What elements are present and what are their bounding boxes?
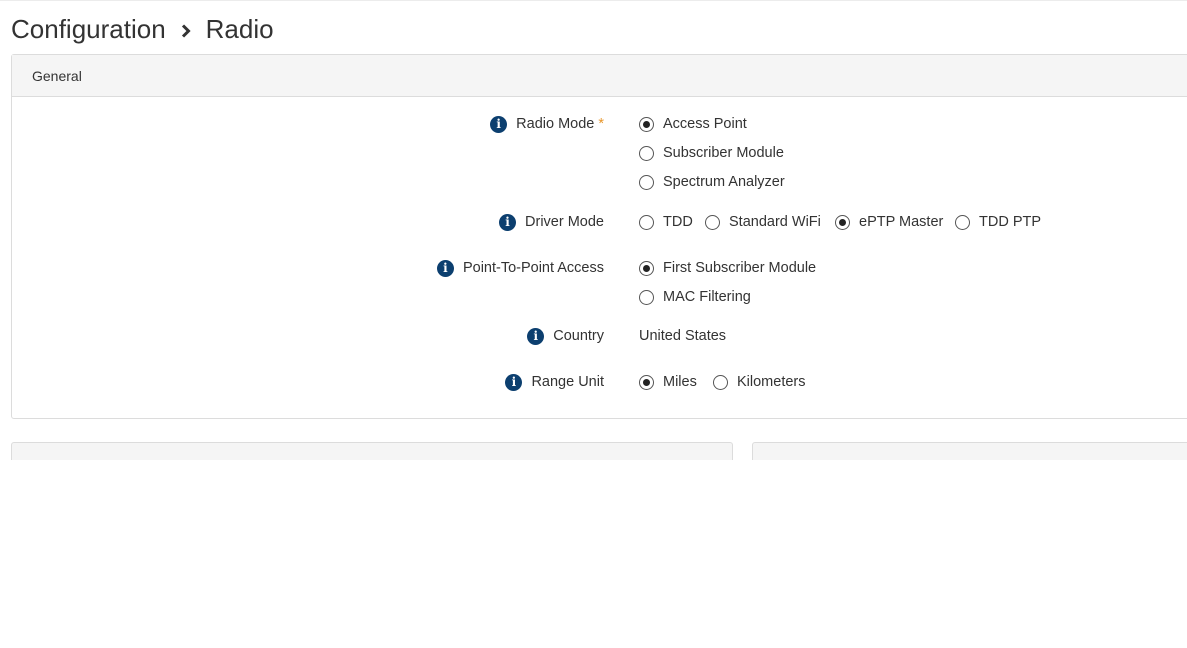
option-label: ePTP Master bbox=[859, 214, 944, 230]
range-unit-kilometers[interactable]: Kilometers bbox=[713, 372, 806, 392]
breadcrumb-parent[interactable]: Configuration bbox=[11, 14, 166, 45]
driver-mode-label-text: Driver Mode bbox=[525, 214, 604, 230]
driver-mode-standard-wifi[interactable]: Standard WiFi bbox=[705, 212, 821, 232]
radio-mode-spectrum-analyzer[interactable]: Spectrum Analyzer bbox=[639, 172, 785, 192]
option-label: Miles bbox=[663, 374, 697, 390]
radio-button-selected[interactable] bbox=[639, 116, 654, 132]
chevron-right-icon bbox=[166, 14, 206, 45]
radio-button-selected[interactable] bbox=[639, 260, 654, 276]
driver-mode-eptp-master[interactable]: ePTP Master bbox=[835, 212, 943, 232]
top-divider bbox=[0, 0, 1187, 1]
general-panel-title: General bbox=[32, 67, 82, 84]
option-label: MAC Filtering bbox=[663, 289, 751, 305]
country-label: i Country bbox=[527, 326, 604, 346]
radio-button[interactable] bbox=[639, 289, 654, 305]
radio-button-selected[interactable] bbox=[835, 214, 850, 230]
option-label: Spectrum Analyzer bbox=[663, 174, 785, 190]
radio-button[interactable] bbox=[639, 214, 654, 230]
radio-button-selected[interactable] bbox=[639, 374, 654, 390]
radio-button[interactable] bbox=[955, 214, 970, 230]
general-panel-header[interactable]: General bbox=[12, 55, 1187, 97]
ptp-access-label: i Point-To-Point Access bbox=[436, 258, 604, 278]
right-card-header bbox=[752, 442, 1187, 460]
ptp-first-subscriber-module[interactable]: First Subscriber Module bbox=[639, 258, 816, 278]
radio-mode-label: i Radio Mode * bbox=[490, 114, 604, 134]
driver-mode-label: i Driver Mode bbox=[499, 212, 604, 232]
required-mark: * bbox=[598, 116, 604, 132]
ptp-access-label-text: Point-To-Point Access bbox=[462, 260, 604, 276]
range-unit-miles[interactable]: Miles bbox=[639, 372, 697, 392]
option-label: Access Point bbox=[663, 116, 747, 132]
radio-mode-access-point[interactable]: Access Point bbox=[639, 114, 747, 134]
info-icon[interactable]: i bbox=[505, 373, 523, 391]
range-unit-label-text: Range Unit bbox=[531, 374, 604, 390]
info-icon[interactable]: i bbox=[527, 327, 545, 345]
option-label: Subscriber Module bbox=[663, 145, 784, 161]
radio-button[interactable] bbox=[713, 374, 728, 390]
info-icon[interactable]: i bbox=[499, 213, 517, 231]
option-label: Standard WiFi bbox=[729, 214, 821, 230]
country-value: United States bbox=[639, 328, 727, 344]
option-label: TDD bbox=[663, 214, 693, 230]
range-unit-label: i Range Unit bbox=[505, 372, 604, 392]
general-panel: General i Radio Mode * Access Point Subs… bbox=[11, 54, 1187, 419]
info-icon[interactable]: i bbox=[490, 115, 508, 133]
country-label-text: Country bbox=[553, 328, 604, 344]
left-card-header bbox=[11, 442, 733, 460]
info-icon[interactable]: i bbox=[436, 259, 454, 277]
radio-mode-label-text: Radio Mode bbox=[516, 116, 595, 132]
radio-mode-subscriber-module[interactable]: Subscriber Module bbox=[639, 143, 784, 163]
driver-mode-tdd[interactable]: TDD bbox=[639, 212, 693, 232]
option-label: First Subscriber Module bbox=[663, 260, 817, 276]
ptp-mac-filtering[interactable]: MAC Filtering bbox=[639, 287, 751, 307]
option-label: Kilometers bbox=[737, 374, 806, 390]
radio-button[interactable] bbox=[705, 214, 720, 230]
breadcrumb-current: Radio bbox=[205, 13, 274, 44]
option-label: TDD PTP bbox=[979, 214, 1042, 230]
radio-button[interactable] bbox=[639, 145, 654, 161]
breadcrumb: Configuration Radio bbox=[11, 12, 274, 46]
driver-mode-tdd-ptp[interactable]: TDD PTP bbox=[955, 212, 1041, 232]
radio-button[interactable] bbox=[639, 174, 654, 190]
